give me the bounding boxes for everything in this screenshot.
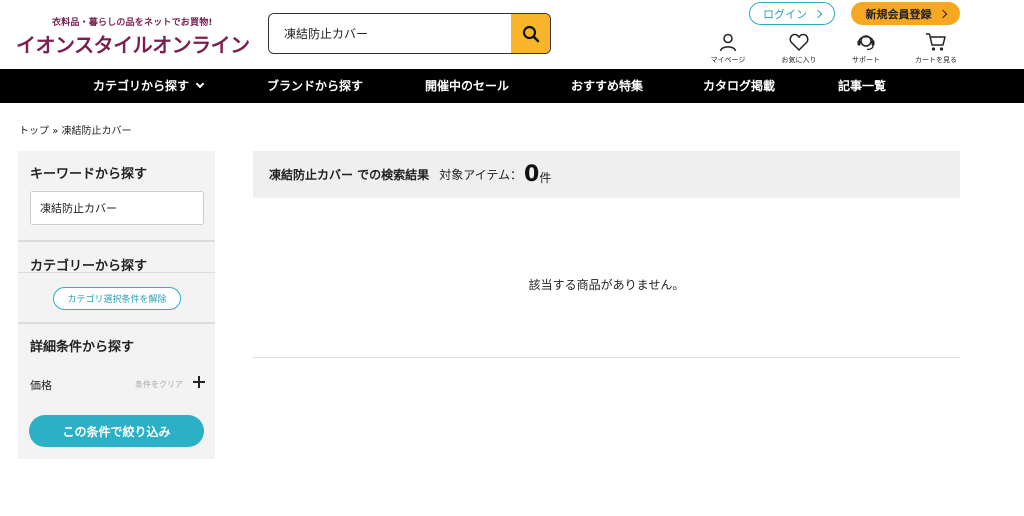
- breadcrumb-current: 凍結防止カバー: [61, 126, 132, 137]
- result-keyword: 凍結防止カバー での検索結果: [269, 168, 430, 182]
- nav-item-catalog[interactable]: カタログ掲載: [703, 69, 775, 103]
- divider: [253, 357, 960, 358]
- chevron-right-icon: [813, 9, 823, 18]
- clear-category-button[interactable]: カテゴリ選択条件を解除: [53, 287, 181, 310]
- price-label: 価格: [30, 379, 52, 392]
- keyword-heading: キーワードから探す: [30, 167, 148, 182]
- nav-item-sale[interactable]: 開催中のセール: [425, 69, 509, 103]
- divider: [18, 272, 215, 273]
- login-label: ログイン: [763, 7, 807, 21]
- cart-link[interactable]: カートを見る: [906, 32, 966, 65]
- nav-item-articles[interactable]: 記事一覧: [838, 69, 886, 103]
- apply-filter-button[interactable]: この条件で絞り込み: [29, 415, 204, 447]
- price-clear-link[interactable]: 条件をクリア: [135, 379, 183, 390]
- plus-icon[interactable]: [193, 376, 205, 388]
- site-logo[interactable]: 衣料品・暮らしの品をネットでお買物! イオンスタイルオンライン: [16, 15, 250, 58]
- cart-label: カートを見る: [915, 56, 957, 64]
- empty-results-message: 該当する商品がありません。: [528, 278, 685, 292]
- heart-icon: [789, 33, 809, 51]
- site-header: 衣料品・暮らしの品をネットでお買物! イオンスタイルオンライン ログイン 新規会…: [0, 0, 1024, 69]
- result-count-unit: 件: [539, 171, 552, 185]
- chevron-down-icon: [195, 79, 205, 89]
- favorites-link[interactable]: お気に入り: [769, 32, 829, 65]
- search-input[interactable]: [269, 14, 511, 53]
- logo-tagline: 衣料品・暮らしの品をネットでお買物!: [52, 18, 213, 28]
- detail-heading: 詳細条件から探す: [30, 340, 135, 355]
- user-icon: [719, 33, 737, 52]
- divider: [18, 240, 215, 242]
- result-header: 凍結防止カバー での検索結果 対象アイテム： 0 件: [253, 151, 960, 198]
- nav-item-category[interactable]: カテゴリから探す: [93, 69, 205, 103]
- nav-item-features[interactable]: おすすめ特集: [571, 69, 643, 103]
- main-nav: カテゴリから探す ブランドから探す 開催中のセール おすすめ特集 カタログ掲載 …: [0, 69, 1024, 103]
- breadcrumb: トップ » 凍結防止カバー: [19, 122, 132, 137]
- mypage-link[interactable]: マイページ: [698, 32, 758, 65]
- search-button[interactable]: [511, 14, 550, 53]
- breadcrumb-separator: »: [52, 126, 59, 137]
- result-count-label: 対象アイテム：: [439, 168, 522, 182]
- keyword-input[interactable]: [30, 191, 204, 225]
- login-button[interactable]: ログイン: [749, 2, 835, 25]
- search-bar: [268, 13, 551, 54]
- breadcrumb-top-link[interactable]: トップ: [19, 126, 49, 137]
- mypage-label: マイページ: [710, 56, 746, 64]
- headset-icon: [857, 35, 875, 51]
- result-count: 0: [524, 162, 540, 187]
- cart-icon: [926, 33, 946, 51]
- favorites-label: お気に入り: [781, 56, 817, 64]
- register-button[interactable]: 新規会員登録: [851, 2, 960, 25]
- support-link[interactable]: サポート: [836, 32, 896, 65]
- divider: [18, 322, 215, 324]
- register-label: 新規会員登録: [865, 7, 932, 21]
- search-icon: [522, 25, 539, 42]
- nav-item-label: カテゴリから探す: [93, 79, 190, 93]
- chevron-right-icon: [938, 9, 947, 18]
- filter-sidebar: キーワードから探す カテゴリーから探す カテゴリ選択条件を解除 詳細条件から探す…: [18, 151, 215, 459]
- support-label: サポート: [852, 56, 880, 64]
- nav-item-brand[interactable]: ブランドから探す: [267, 69, 363, 103]
- logo-name: イオンスタイルオンライン: [16, 33, 250, 57]
